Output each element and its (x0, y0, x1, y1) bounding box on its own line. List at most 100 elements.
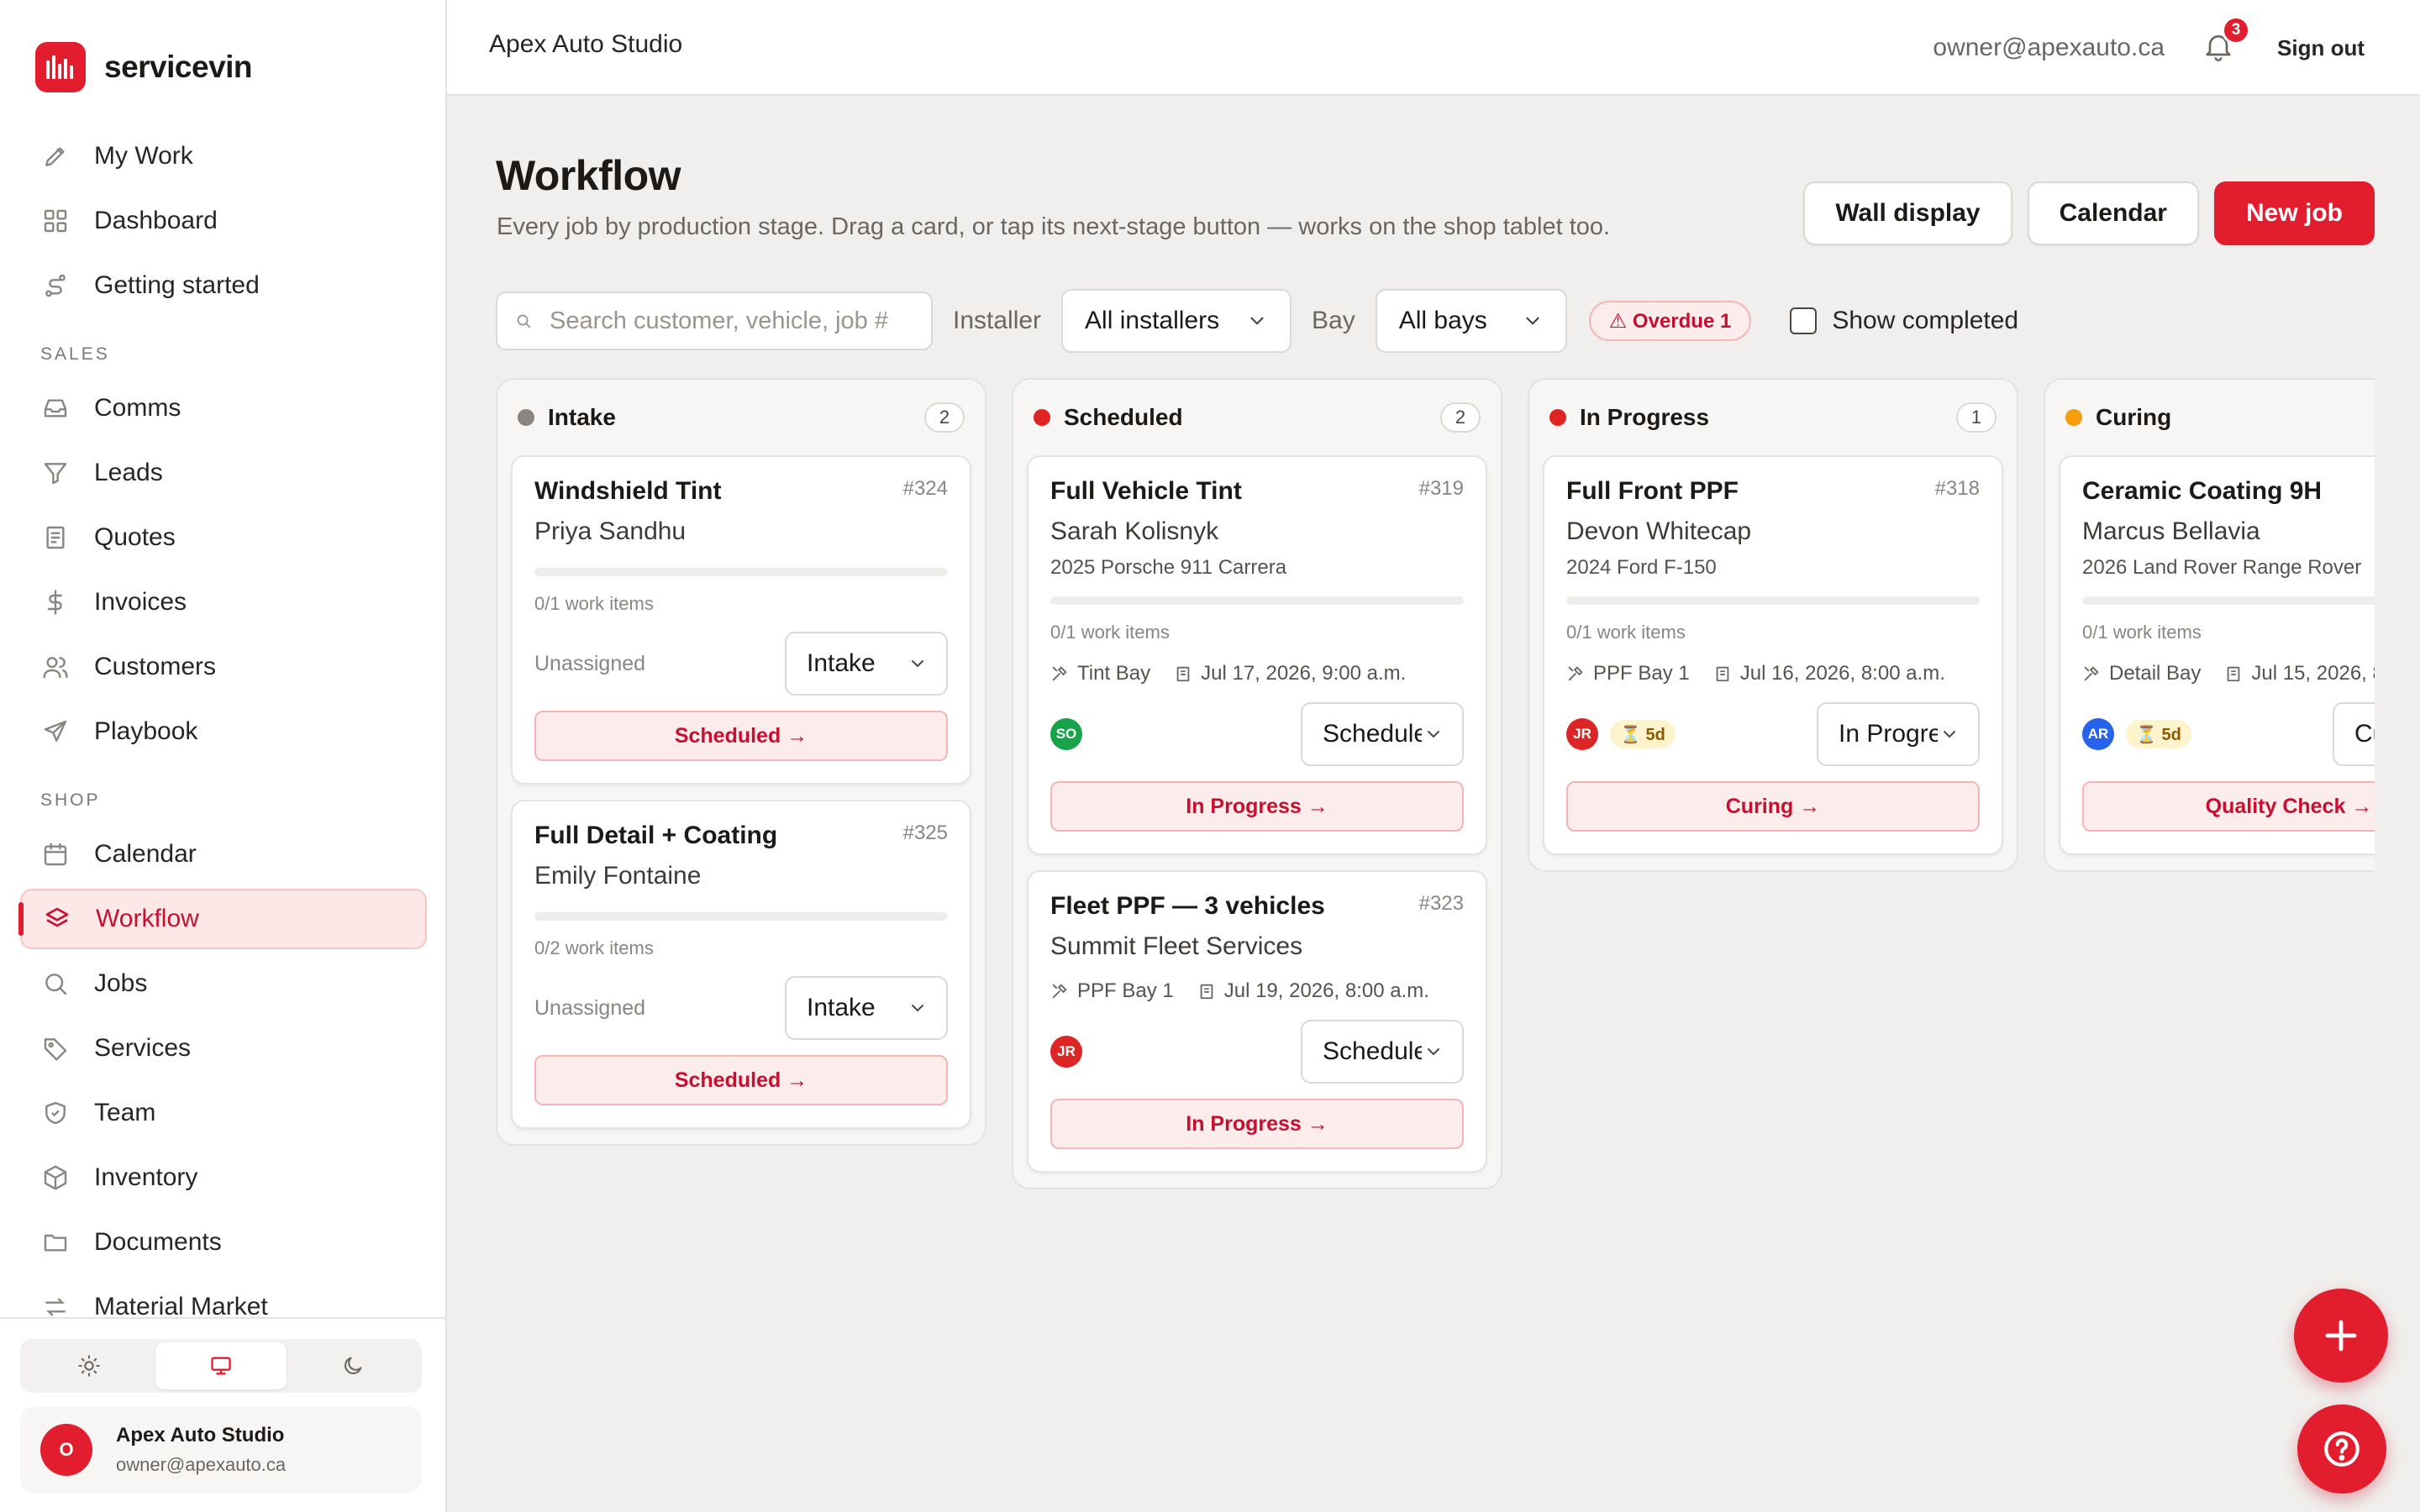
job-card[interactable]: Full Front PPF #318 Devon Whitecap 2024 … (1543, 455, 2003, 855)
sidebar-item-comms[interactable]: Comms (20, 378, 427, 438)
sidebar-item-leads[interactable]: Leads (20, 443, 427, 503)
job-card[interactable]: Full Detail + Coating #325 Emily Fontain… (511, 800, 971, 1129)
grid-icon (44, 209, 67, 233)
sign-out-button[interactable]: Sign out (2277, 35, 2365, 61)
column-in-progress: In Progress 1 Full Front PPF #318 Devon … (1528, 378, 2018, 872)
next-stage-button[interactable]: In Progress → (1050, 781, 1464, 832)
sidebar-item-label: Playbook (94, 717, 198, 745)
stage-select-value: In Progress (1839, 720, 1938, 748)
next-stage-button[interactable]: Quality Check → (2082, 781, 2375, 832)
overdue-filter-chip[interactable]: ⚠ Overdue 1 (1588, 301, 1752, 341)
search-input[interactable] (550, 307, 919, 335)
calendar-icon (2228, 666, 2240, 682)
next-stage-button[interactable]: Curing → (1566, 781, 1980, 832)
theme-switcher (20, 1339, 422, 1393)
help-icon (2324, 1431, 2360, 1467)
sidebar-nav: My Work Dashboard Getting started SALES … (18, 126, 427, 1341)
dollar-icon (47, 590, 62, 615)
chevron-down-icon (912, 1005, 923, 1012)
sidebar-item-label: Services (94, 1034, 192, 1062)
sidebar-item-services[interactable]: Services (20, 1018, 427, 1079)
work-progress-bar (1050, 596, 1464, 605)
help-button[interactable] (2297, 1404, 2386, 1494)
stage-select[interactable]: Intake (785, 976, 948, 1040)
sidebar-item-label: Comms (94, 394, 182, 422)
column-title: Scheduled (1064, 404, 1183, 430)
job-card[interactable]: Fleet PPF — 3 vehicles #323 Summit Fleet… (1027, 870, 1487, 1173)
stage-select[interactable]: Scheduled (1301, 702, 1464, 766)
work-items-count: 0/1 work items (2082, 622, 2202, 643)
send-icon (44, 720, 67, 742)
wall-display-button[interactable]: Wall display (1803, 181, 2012, 245)
sidebar-item-workflow[interactable]: Workflow (18, 889, 427, 949)
aging-badge: ⏳ 5d (1610, 720, 1676, 748)
show-completed-checkbox[interactable] (1790, 307, 1818, 334)
account-card[interactable]: O Apex Auto Studio owner@apexauto.ca (20, 1406, 422, 1494)
new-job-button[interactable]: New job (2213, 181, 2375, 245)
job-number: #325 (902, 822, 948, 844)
stage-select[interactable]: Curing (2333, 702, 2375, 766)
job-card[interactable]: Windshield Tint #324 Priya Sandhu 0/1 wo… (511, 455, 971, 785)
avatar: AR (2082, 718, 2114, 750)
sidebar-item-my-work[interactable]: My Work (20, 126, 427, 186)
account-email: owner@apexauto.ca (116, 1454, 287, 1475)
sidebar-item-playbook[interactable]: Playbook (20, 701, 427, 762)
account-name: Apex Auto Studio (116, 1424, 285, 1446)
column-curing: Curing Ceramic Coating 9H Marcus Bellavi… (2044, 378, 2375, 872)
installer-select[interactable]: All installers (1061, 289, 1292, 353)
chevron-down-icon (1944, 731, 1955, 738)
stage-select-value: Scheduled (1323, 720, 1422, 748)
sidebar-item-dashboard[interactable]: Dashboard (20, 191, 427, 251)
status-dot (518, 409, 534, 426)
work-items-count: 0/1 work items (534, 593, 654, 614)
users-icon (43, 657, 68, 679)
calendar-button[interactable]: Calendar (2027, 181, 2199, 245)
sidebar-item-label: Dashboard (94, 207, 218, 234)
sun-icon (78, 1355, 101, 1377)
sidebar-item-getting-started[interactable]: Getting started (20, 255, 427, 316)
sidebar-item-inventory[interactable]: Inventory (20, 1147, 427, 1208)
sidebar-item-calendar[interactable]: Calendar (20, 824, 427, 885)
sidebar-item-team[interactable]: Team (20, 1083, 427, 1143)
theme-dark-button[interactable] (287, 1342, 418, 1389)
sidebar-item-quotes[interactable]: Quotes (20, 507, 427, 568)
vehicle: 2024 Ford F-150 (1566, 556, 1717, 579)
next-stage-button[interactable]: Scheduled → (534, 711, 948, 761)
sidebar-item-label: My Work (94, 142, 193, 170)
customer-name: Priya Sandhu (534, 517, 687, 545)
stage-select[interactable]: In Progress (1817, 702, 1980, 766)
stage-select[interactable]: Scheduled (1301, 1020, 1464, 1084)
brand-name: servicevin (104, 50, 253, 84)
show-completed-label: Show completed (1832, 307, 2019, 334)
sidebar-item-documents[interactable]: Documents (20, 1212, 427, 1273)
tools-icon (1568, 666, 1583, 681)
sidebar-item-label: Leads (94, 459, 163, 486)
brand[interactable]: servicevin (35, 42, 253, 92)
show-completed-toggle[interactable]: Show completed (1790, 307, 2018, 335)
add-fab-button[interactable] (2294, 1289, 2388, 1383)
stage-select[interactable]: Intake (785, 632, 948, 696)
theme-system-button[interactable] (155, 1342, 287, 1389)
sidebar-item-label: Invoices (94, 588, 187, 616)
sidebar-item-jobs[interactable]: Jobs (20, 953, 427, 1014)
sidebar-item-invoices[interactable]: Invoices (20, 572, 427, 633)
next-stage-button[interactable]: Scheduled → (534, 1055, 948, 1105)
filter-bar: Installer All installers Bay All bays ⚠ … (496, 289, 2018, 353)
job-card[interactable]: Ceramic Coating 9H Marcus Bellavia 2026 … (2059, 455, 2375, 855)
bay-name: PPF Bay 1 (1593, 662, 1690, 685)
tools-icon (1052, 666, 1067, 681)
sidebar-item-customers[interactable]: Customers (20, 637, 427, 697)
avatar: SO (1050, 718, 1082, 750)
chevron-down-icon (1428, 731, 1439, 738)
customer-name: Marcus Bellavia (2082, 517, 2260, 545)
notifications-button[interactable]: 3 (2202, 16, 2251, 66)
funnel-icon (44, 463, 67, 485)
job-card[interactable]: Full Vehicle Tint #319 Sarah Kolisnyk 20… (1027, 455, 1487, 855)
bay-name: PPF Bay 1 (1077, 979, 1174, 1002)
bay-select[interactable]: All bays (1375, 289, 1567, 353)
job-number: #319 (1418, 477, 1464, 500)
next-stage-button[interactable]: In Progress → (1050, 1099, 1464, 1149)
theme-light-button[interactable] (24, 1342, 155, 1389)
chevron-down-icon (1526, 317, 1539, 325)
stage-select-value: Intake (807, 994, 876, 1021)
